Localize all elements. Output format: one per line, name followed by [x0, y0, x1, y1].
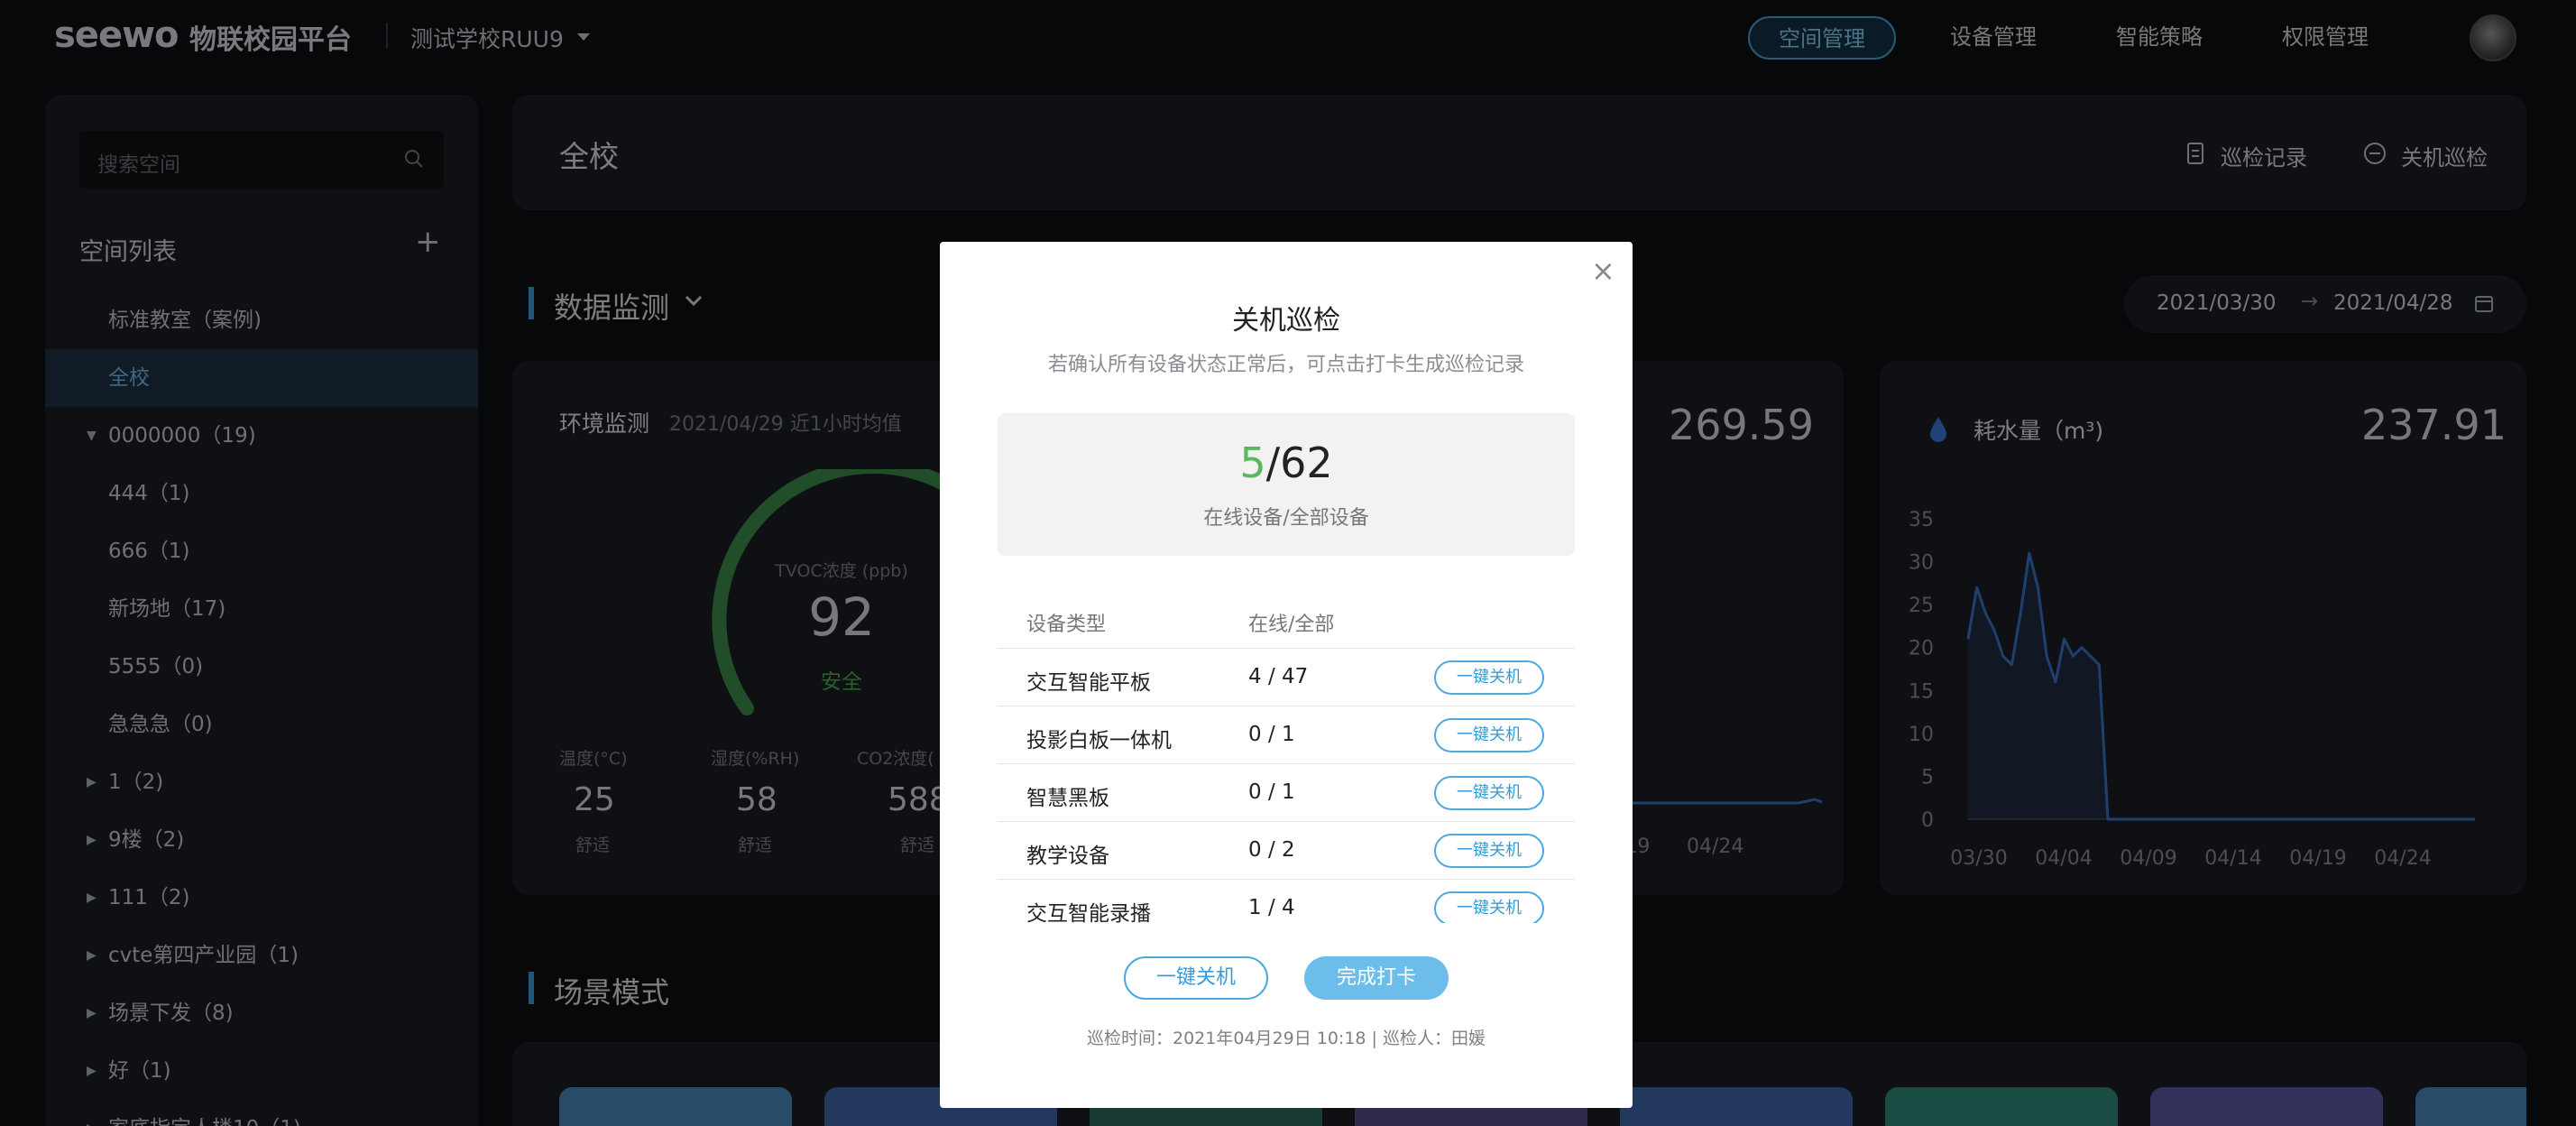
modal-subtitle: 若确认所有设备状态正常后，可点击打卡生成巡检记录 — [1047, 354, 1524, 376]
total-count: /62 — [1265, 438, 1333, 487]
device-type: 交互智能平板 — [1026, 671, 1151, 695]
device-row: 投影白板一体机 0 / 1 一键关机 — [998, 706, 1575, 763]
shutdown-all-button[interactable]: 一键关机 — [1124, 956, 1268, 1000]
device-row: 智慧黑板 0 / 1 一键关机 — [998, 763, 1575, 821]
device-row: 交互智能平板 4 / 47 一键关机 — [998, 648, 1575, 706]
device-online-count: 0 / 1 — [1248, 723, 1295, 746]
row-shutdown-button[interactable]: 一键关机 — [1434, 660, 1544, 695]
device-online-count: 4 / 47 — [1248, 665, 1309, 688]
row-shutdown-button[interactable]: 一键关机 — [1434, 776, 1544, 810]
device-count-label: 在线设备/全部设备 — [1203, 507, 1369, 530]
shutdown-inspection-modal: × 关机巡检 若确认所有设备状态正常后，可点击打卡生成巡检记录 5/62 在线设… — [940, 242, 1633, 1108]
device-type: 智慧黑板 — [1026, 787, 1109, 810]
device-type: 交互智能录播 — [1026, 902, 1151, 923]
online-count: 5 — [1239, 438, 1266, 487]
col-header-online: 在线/全部 — [1248, 614, 1335, 636]
row-shutdown-button[interactable]: 一键关机 — [1434, 834, 1544, 868]
device-online-count: 0 / 1 — [1248, 780, 1295, 804]
device-table-body[interactable]: 交互智能平板 4 / 47 一键关机 投影白板一体机 0 / 1 一键关机 智慧黑板 0 / … — [998, 648, 1575, 923]
device-count: 5/62 — [998, 438, 1575, 487]
device-row: 交互智能录播 1 / 4 一键关机 — [998, 879, 1575, 923]
row-shutdown-button[interactable]: 一键关机 — [1434, 891, 1544, 923]
inspection-footer: 巡检时间：2021年04月29日 10:18 | 巡检人：田媛 — [1087, 1029, 1486, 1048]
close-icon[interactable]: × — [1591, 256, 1615, 285]
modal-title: 关机巡检 — [1232, 305, 1340, 337]
device-summary: 5/62 在线设备/全部设备 — [998, 413, 1575, 556]
device-table: 交互智能平板 4 / 47 一键关机 投影白板一体机 0 / 1 一键关机 智慧黑板 0 / … — [998, 648, 1575, 1126]
device-type: 投影白板一体机 — [1026, 729, 1172, 752]
device-online-count: 0 / 2 — [1248, 838, 1295, 862]
col-header-type: 设备类型 — [1026, 614, 1107, 636]
device-row: 教学设备 0 / 2 一键关机 — [998, 821, 1575, 879]
device-type: 教学设备 — [1026, 844, 1109, 868]
device-online-count: 1 / 4 — [1248, 896, 1295, 919]
row-shutdown-button[interactable]: 一键关机 — [1434, 718, 1544, 752]
complete-checkin-button[interactable]: 完成打卡 — [1304, 956, 1449, 1000]
